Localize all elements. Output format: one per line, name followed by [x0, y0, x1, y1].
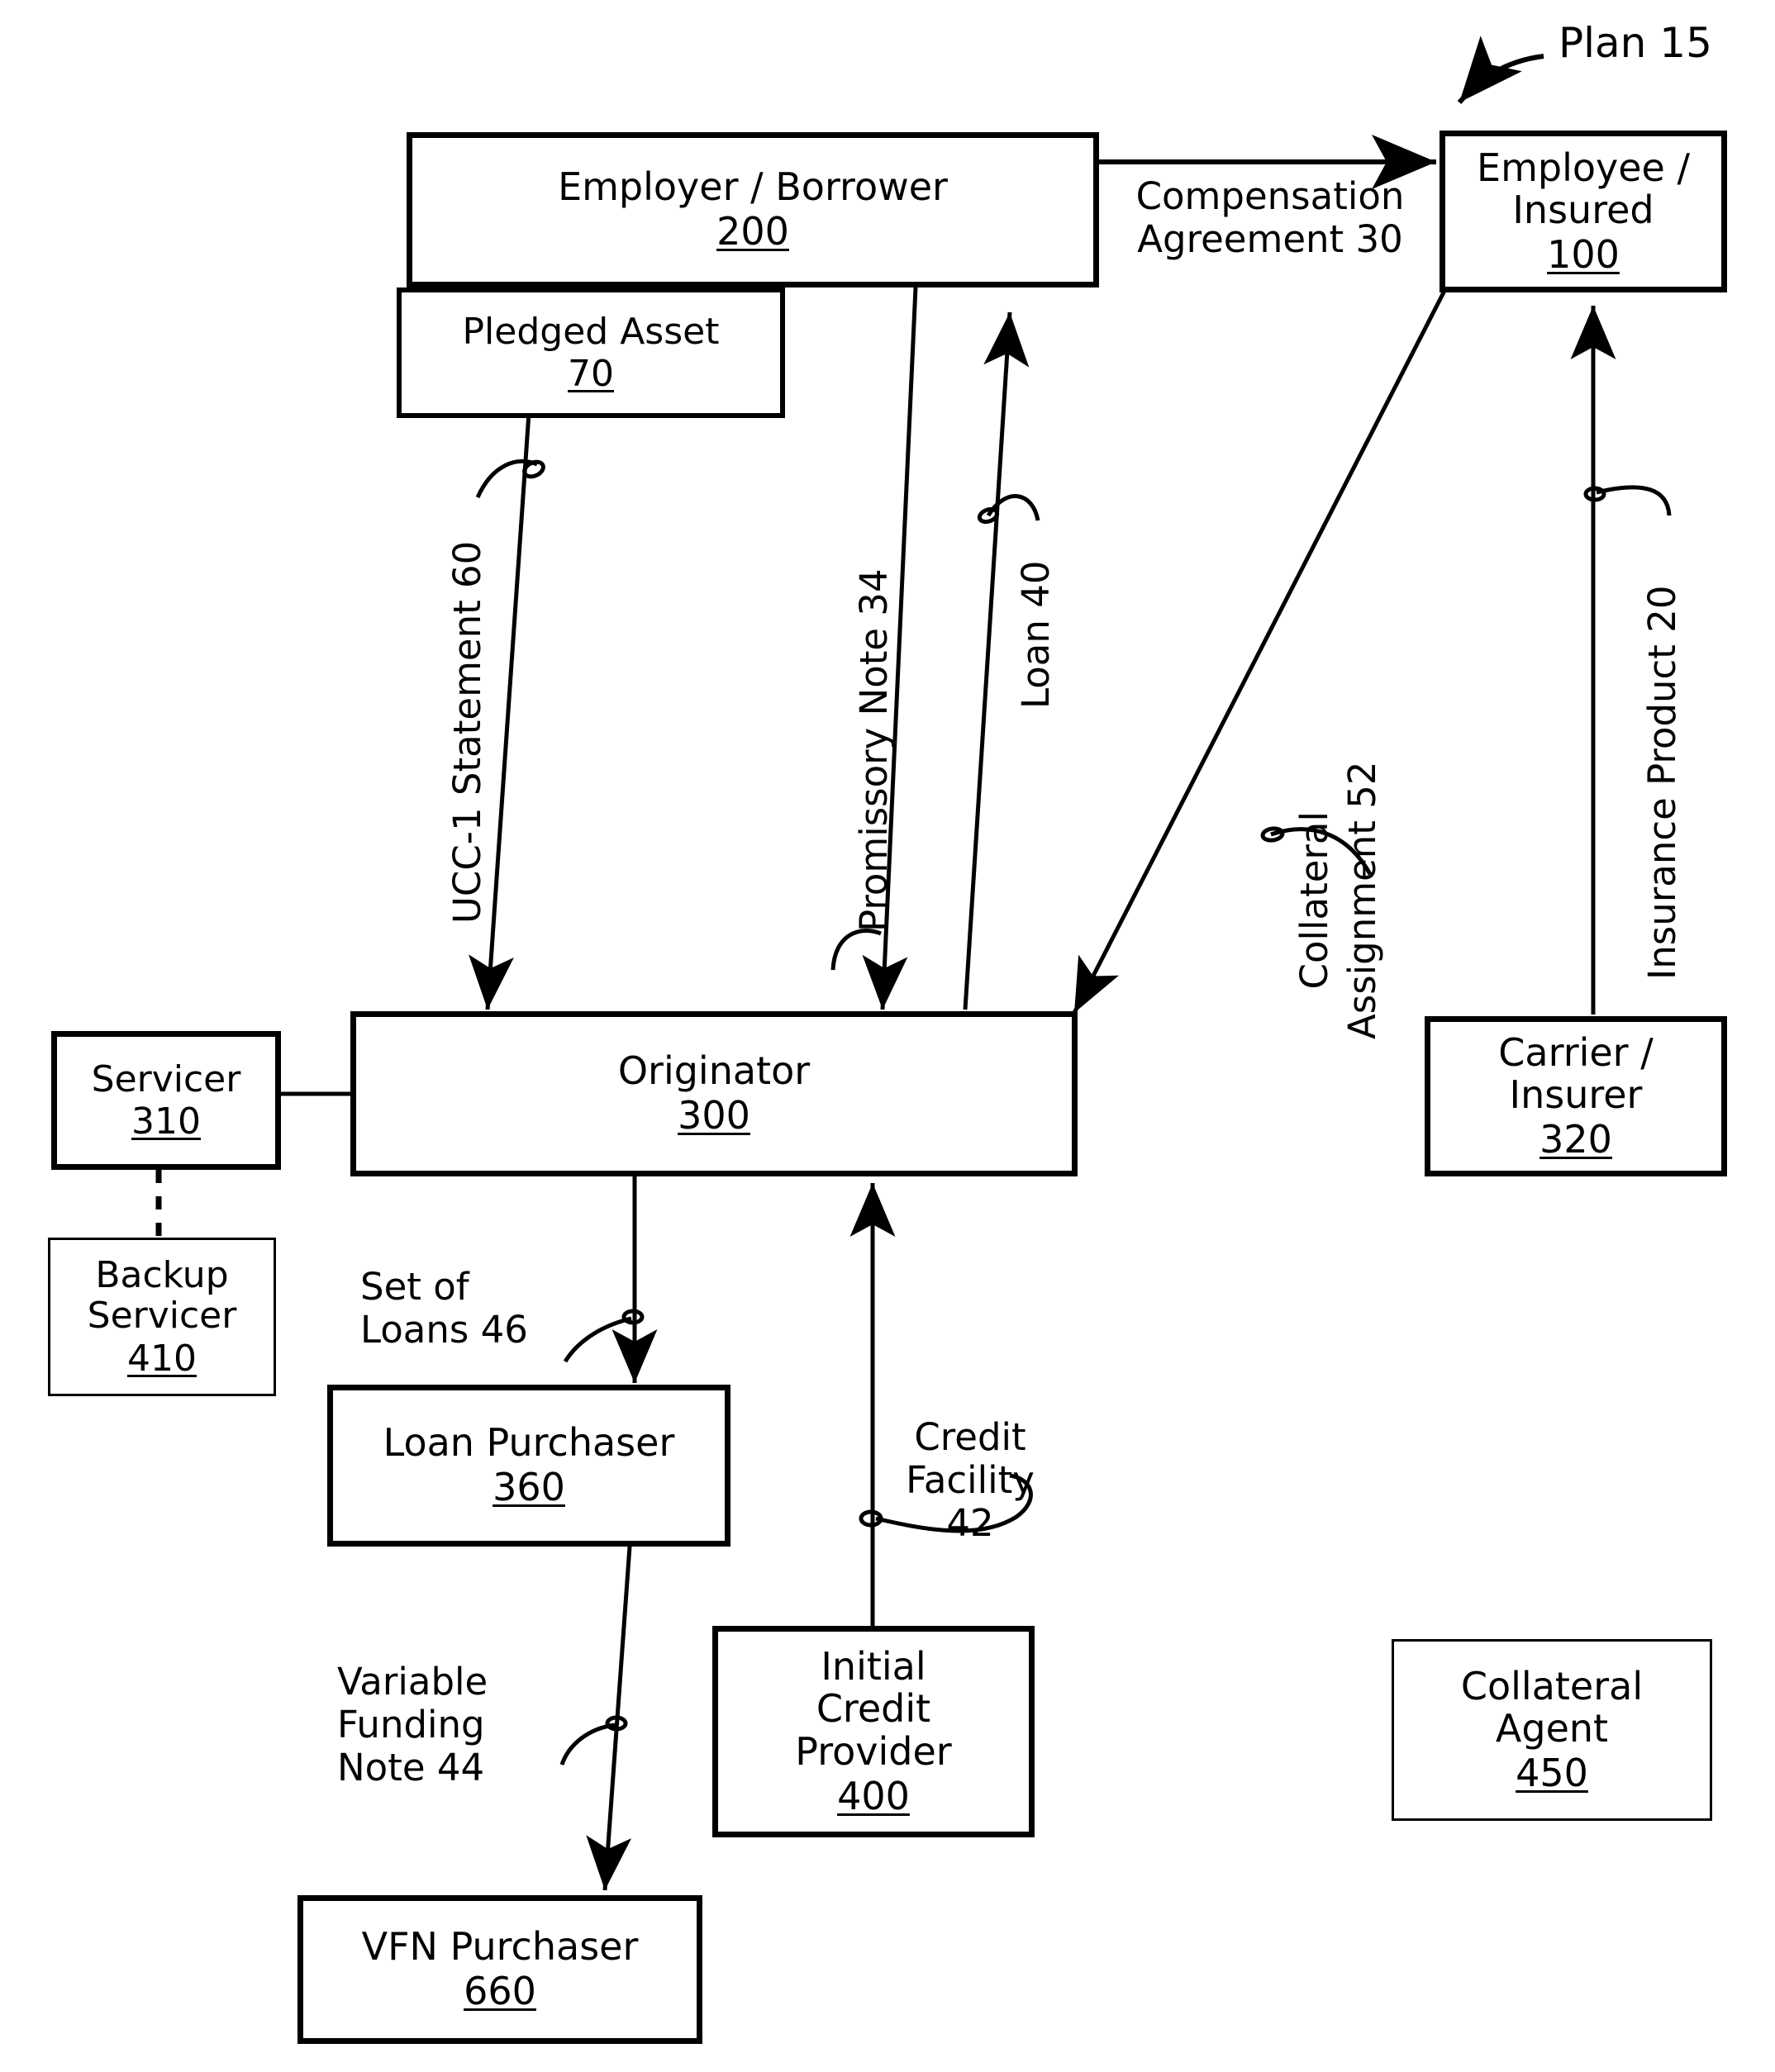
edge-label-collateral-assignment: Collateral Assignment 52	[1292, 761, 1384, 1039]
node-employee-insured-label: Employee / Insured	[1477, 145, 1690, 233]
node-carrier-insurer-label: Carrier / Insurer	[1498, 1029, 1654, 1118]
node-carrier-insurer[interactable]: Carrier / Insurer 320	[1425, 1016, 1727, 1176]
node-collateral-agent-label: Collateral Agent	[1460, 1663, 1644, 1751]
node-originator-label: Originator	[617, 1048, 811, 1094]
edge-label-loan: Loan 40	[1014, 560, 1058, 709]
node-pledged-asset-ref: 70	[568, 353, 614, 395]
node-loan-purchaser-label: Loan Purchaser	[383, 1420, 675, 1466]
diagram-canvas: Plan 15 Employer / Borrower 200 Pledged …	[0, 0, 1775, 2072]
node-pledged-asset-label: Pledged Asset	[462, 310, 720, 353]
node-backup-servicer-label: Backup Servicer	[87, 1254, 237, 1338]
edge-label-set-of-loans: Set of Loans 46	[360, 1265, 528, 1352]
node-initial-credit-provider-ref: 400	[837, 1773, 910, 1818]
promissory-note-leader	[830, 929, 882, 971]
node-employee-insured-ref: 100	[1547, 231, 1620, 277]
node-servicer-ref: 310	[131, 1100, 201, 1143]
edge-label-compensation-agreement: Compensation Agreement 30	[1135, 174, 1405, 261]
edge-label-insurance-product: Insurance Product 20	[1640, 585, 1684, 980]
node-loan-purchaser[interactable]: Loan Purchaser 360	[327, 1385, 730, 1547]
node-backup-servicer[interactable]: Backup Servicer 410	[48, 1238, 276, 1396]
node-servicer[interactable]: Servicer 310	[51, 1031, 281, 1170]
node-employer-borrower-label: Employer / Borrower	[558, 164, 948, 210]
collateral-assignment-arrow	[1072, 289, 1447, 1015]
edge-label-variable-funding-note: Variable Funding Note 44	[337, 1660, 488, 1789]
node-employer-borrower-ref: 200	[716, 209, 789, 254]
node-employer-borrower[interactable]: Employer / Borrower 200	[407, 132, 1099, 288]
node-pledged-asset[interactable]: Pledged Asset 70	[397, 288, 785, 418]
insurance-product-leader	[1596, 485, 1672, 516]
edge-label-credit-facility: Credit Facility 42	[906, 1415, 1035, 1545]
loan-arrow	[963, 311, 1030, 1010]
node-initial-credit-provider-label: Initial Credit Provider	[795, 1643, 952, 1774]
node-vfn-purchaser-label: VFN Purchaser	[361, 1924, 639, 1970]
node-vfn-purchaser[interactable]: VFN Purchaser 660	[297, 1895, 702, 2044]
plan-15-annotation: Plan 15	[1558, 19, 1712, 67]
ucc1-statement-arrow	[469, 412, 531, 1010]
node-servicer-label: Servicer	[91, 1057, 241, 1100]
node-originator[interactable]: Originator 300	[350, 1011, 1078, 1176]
node-loan-purchaser-ref: 360	[493, 1465, 565, 1509]
node-initial-credit-provider[interactable]: Initial Credit Provider 400	[712, 1626, 1035, 1837]
node-backup-servicer-ref: 410	[127, 1337, 197, 1380]
node-employee-insured[interactable]: Employee / Insured 100	[1440, 131, 1727, 292]
edge-label-ucc1-statement: UCC-1 Statement 60	[445, 540, 489, 924]
plan-15-leader-arrow	[1457, 36, 1544, 104]
node-originator-ref: 300	[678, 1093, 750, 1138]
node-collateral-agent-ref: 450	[1516, 1750, 1588, 1795]
node-collateral-agent[interactable]: Collateral Agent 450	[1392, 1639, 1712, 1821]
node-vfn-purchaser-ref: 660	[464, 1969, 536, 2013]
node-carrier-insurer-ref: 320	[1539, 1116, 1612, 1162]
edge-label-promissory-note: Promissory Note 34	[852, 568, 896, 932]
